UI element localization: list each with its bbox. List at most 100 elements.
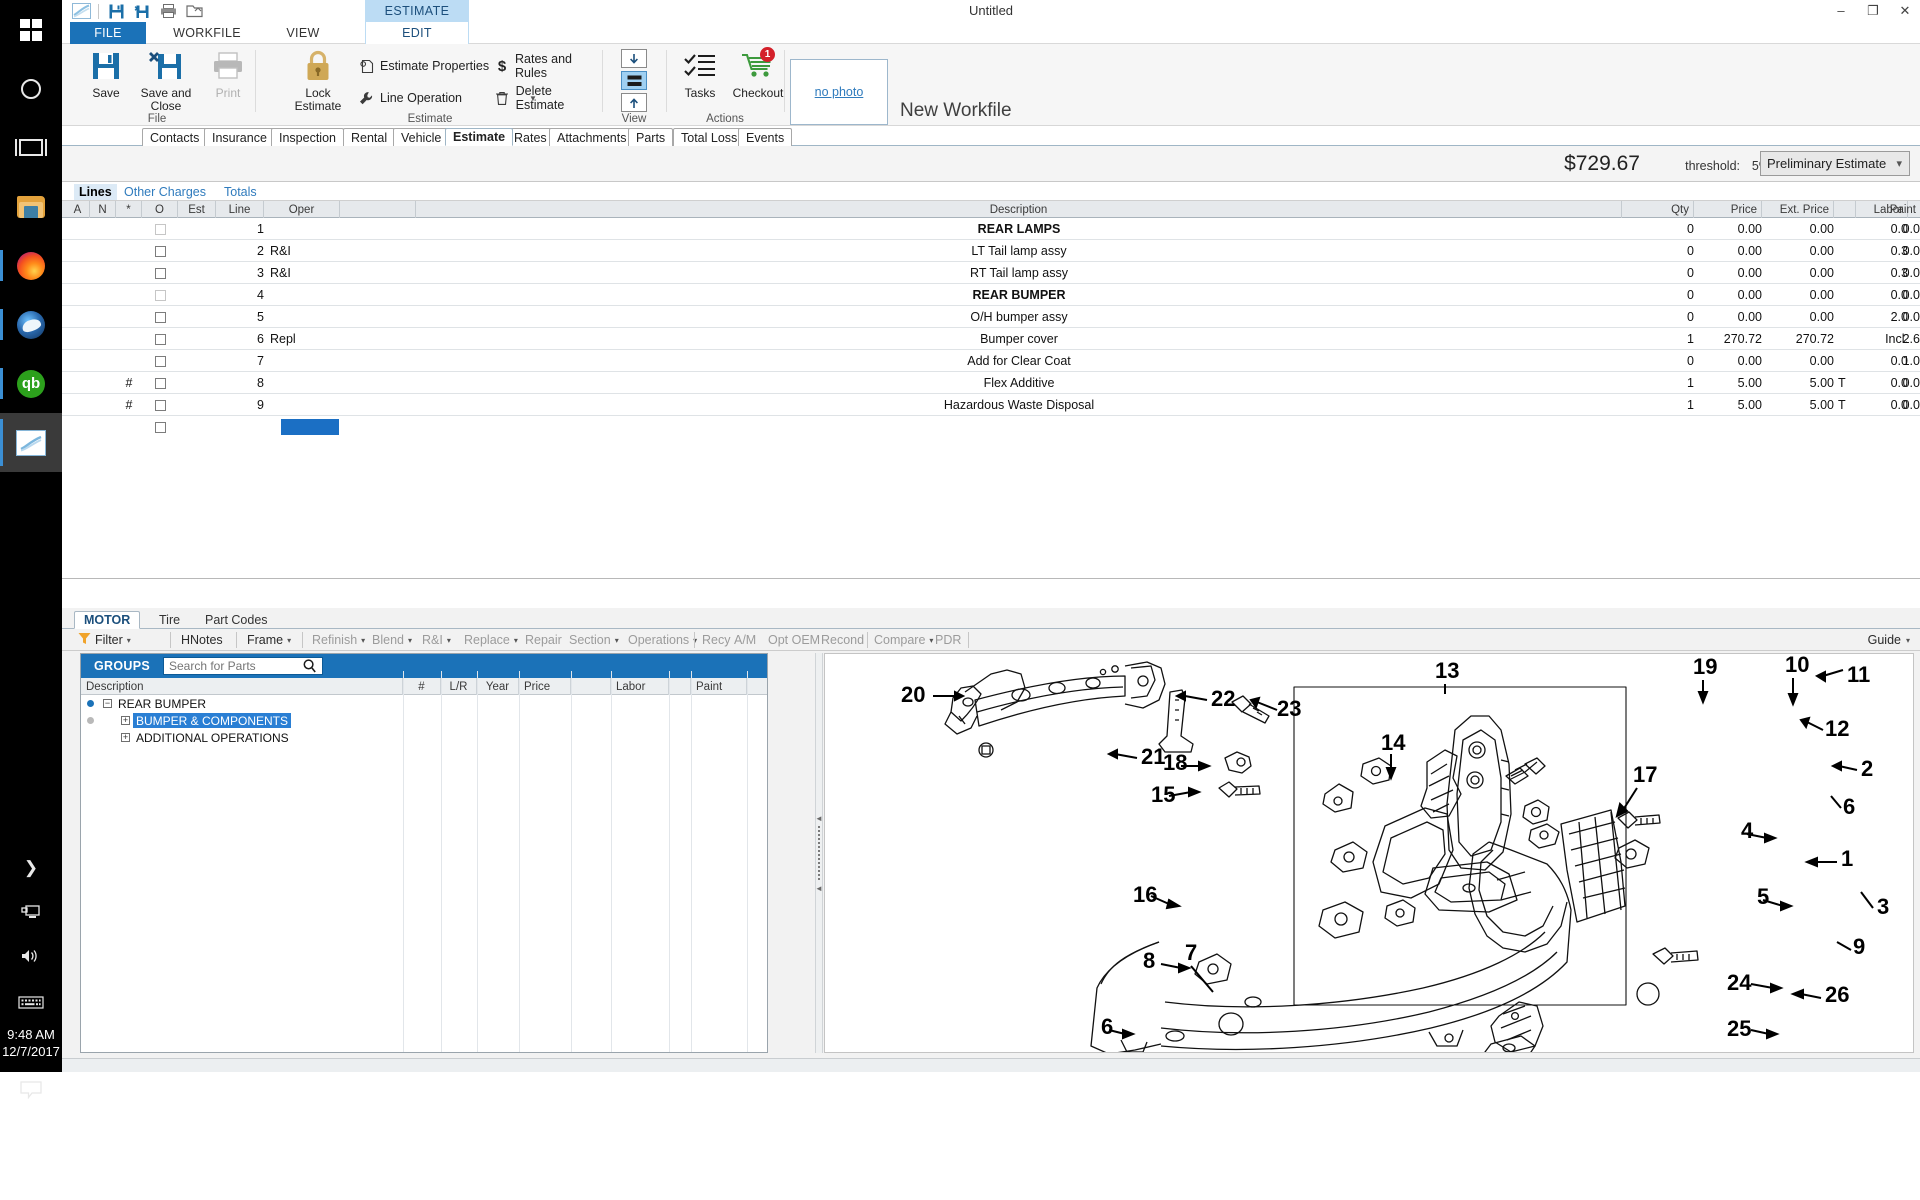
cell-n[interactable] [90, 416, 116, 438]
col-paint[interactable]: Paint [1890, 201, 1920, 218]
cell-oper[interactable] [270, 350, 346, 372]
subtab-lines[interactable]: Lines [74, 184, 117, 200]
cell-est[interactable] [178, 394, 216, 416]
cell-line[interactable] [216, 416, 264, 438]
estimate-type-select[interactable]: Preliminary Estimate ▾ [1760, 151, 1910, 176]
cell-n[interactable] [90, 394, 116, 416]
thunderbird-button[interactable] [0, 295, 62, 354]
cell-desc[interactable]: LT Tail lamp assy [416, 240, 1622, 262]
recond-button[interactable]: Recond [821, 631, 864, 649]
cell-line[interactable]: 2 [216, 240, 264, 262]
frame-button[interactable]: Frame ▾ [247, 631, 291, 649]
estimate-properties-button[interactable]: Estimate Properties [358, 56, 489, 76]
checkbox-icon[interactable] [154, 333, 166, 345]
cell-price[interactable]: 270.72 [1694, 328, 1762, 350]
gcol-labor[interactable]: Labor [611, 678, 669, 695]
replace-button[interactable]: Replace ▾ [464, 631, 518, 649]
task-view-button[interactable] [0, 118, 62, 177]
refinish-button[interactable]: Refinish ▾ [312, 631, 365, 649]
operations-button[interactable]: Operations ▾ [628, 631, 697, 649]
cell-line[interactable]: 6 [216, 328, 264, 350]
cell-ext[interactable]: 0.00 [1762, 350, 1834, 372]
cell-est[interactable] [178, 218, 216, 240]
collapse-left-icon[interactable]: ◄ [815, 814, 823, 823]
cell-price[interactable]: 5.00 [1694, 372, 1762, 394]
estimating-app-button[interactable] [0, 413, 62, 472]
cell-paint[interactable]: 2.6 [1903, 328, 1920, 350]
cell-line[interactable]: 7 [216, 350, 264, 372]
volume-button[interactable] [0, 934, 62, 978]
cell-qty[interactable]: 0 [1622, 350, 1694, 372]
col-a[interactable]: A [66, 201, 90, 218]
cell-paint[interactable]: 0.0 [1903, 394, 1920, 416]
checkbox-icon[interactable] [154, 311, 166, 323]
cell-line[interactable]: 1 [216, 218, 264, 240]
cell-a[interactable] [66, 350, 90, 372]
col-o[interactable]: O [142, 201, 178, 218]
table-row[interactable]: #8 Flex Additive 1 5.00 5.00 T 0.0 0.0 [62, 372, 1920, 394]
gcol-price[interactable]: Price [519, 678, 571, 695]
row-checkbox[interactable] [142, 328, 178, 350]
section-button[interactable]: Section ▾ [569, 631, 619, 649]
tab-rates[interactable]: Rates [506, 128, 555, 146]
cell-tax[interactable] [1838, 306, 1856, 328]
cell-star[interactable]: # [116, 372, 142, 394]
cell-star[interactable] [116, 262, 142, 284]
cell-labor[interactable]: 0.3 [1856, 240, 1908, 262]
cell-oper[interactable] [270, 218, 346, 240]
chevron-down-icon[interactable]: ▾ [1906, 636, 1910, 645]
hnotes-button[interactable]: HNotes [181, 631, 223, 649]
start-button[interactable] [0, 0, 62, 59]
cell-labor[interactable]: 0.3 [1856, 262, 1908, 284]
cell-ext[interactable]: 5.00 [1762, 394, 1834, 416]
table-row[interactable]: 4 REAR BUMPER 0 0.00 0.00 0.0 0.0 [62, 284, 1920, 306]
table-row[interactable] [62, 416, 1920, 438]
cell-paint[interactable]: 0.0 [1903, 306, 1920, 328]
row-checkbox[interactable] [142, 284, 178, 306]
cell-star[interactable] [116, 416, 142, 438]
cell-price[interactable]: 0.00 [1694, 218, 1762, 240]
cell-price[interactable] [1694, 416, 1762, 438]
col-price[interactable]: Price [1694, 201, 1762, 218]
gcol-blank3[interactable] [747, 678, 769, 695]
row-checkbox[interactable] [142, 306, 178, 328]
col-star[interactable]: * [116, 201, 142, 218]
cell-a[interactable] [66, 218, 90, 240]
cell-star[interactable] [116, 284, 142, 306]
row-checkbox[interactable] [142, 350, 178, 372]
cell-a[interactable] [66, 416, 90, 438]
col-ext-price[interactable]: Ext. Price [1762, 201, 1834, 218]
cell-ext[interactable]: 0.00 [1762, 218, 1834, 240]
touch-keyboard-button[interactable] [0, 980, 62, 1024]
table-row[interactable]: 3 R&I RT Tail lamp assy 0 0.00 0.00 0.3 0.0 [62, 262, 1920, 284]
guide-button[interactable]: Guide ▾ [1868, 633, 1910, 647]
checkbox-icon[interactable] [154, 377, 166, 389]
tree-expander-icon[interactable]: + [121, 716, 130, 725]
row-checkbox[interactable] [142, 240, 178, 262]
tree-item[interactable]: − REAR BUMPER [81, 695, 767, 712]
cell-qty[interactable]: 0 [1622, 218, 1694, 240]
cell-tax[interactable] [1838, 218, 1856, 240]
chevron-down-icon[interactable]: ▾ [615, 636, 619, 645]
catalog-tab-part-codes[interactable]: Part Codes [196, 611, 277, 629]
pdr-button[interactable]: PDR [935, 631, 961, 649]
cell-price[interactable]: 0.00 [1694, 262, 1762, 284]
gcol-lr[interactable]: L/R [441, 678, 477, 695]
cell-desc[interactable]: Bumper cover [416, 328, 1622, 350]
cell-a[interactable] [66, 372, 90, 394]
col-line[interactable]: Line [216, 201, 264, 218]
cell-desc[interactable]: REAR BUMPER [416, 284, 1622, 306]
cell-labor[interactable]: 0.0 [1856, 350, 1908, 372]
cell-qty[interactable]: 0 [1622, 240, 1694, 262]
panel-splitter[interactable]: ◄ ◄ [815, 653, 823, 1053]
tree-item-label[interactable]: REAR BUMPER [115, 696, 209, 711]
cell-ext[interactable]: 0.00 [1762, 240, 1834, 262]
table-row[interactable]: 2 R&I LT Tail lamp assy 0 0.00 0.00 0.3 0.0 [62, 240, 1920, 262]
cell-price[interactable]: 5.00 [1694, 394, 1762, 416]
recy-button[interactable]: Recy [702, 631, 730, 649]
tab-inspection[interactable]: Inspection [271, 128, 344, 146]
cell-n[interactable] [90, 218, 116, 240]
checkbox-icon[interactable] [154, 245, 166, 257]
view-split-button[interactable] [621, 71, 647, 90]
tab-estimate[interactable]: Estimate [445, 128, 514, 146]
